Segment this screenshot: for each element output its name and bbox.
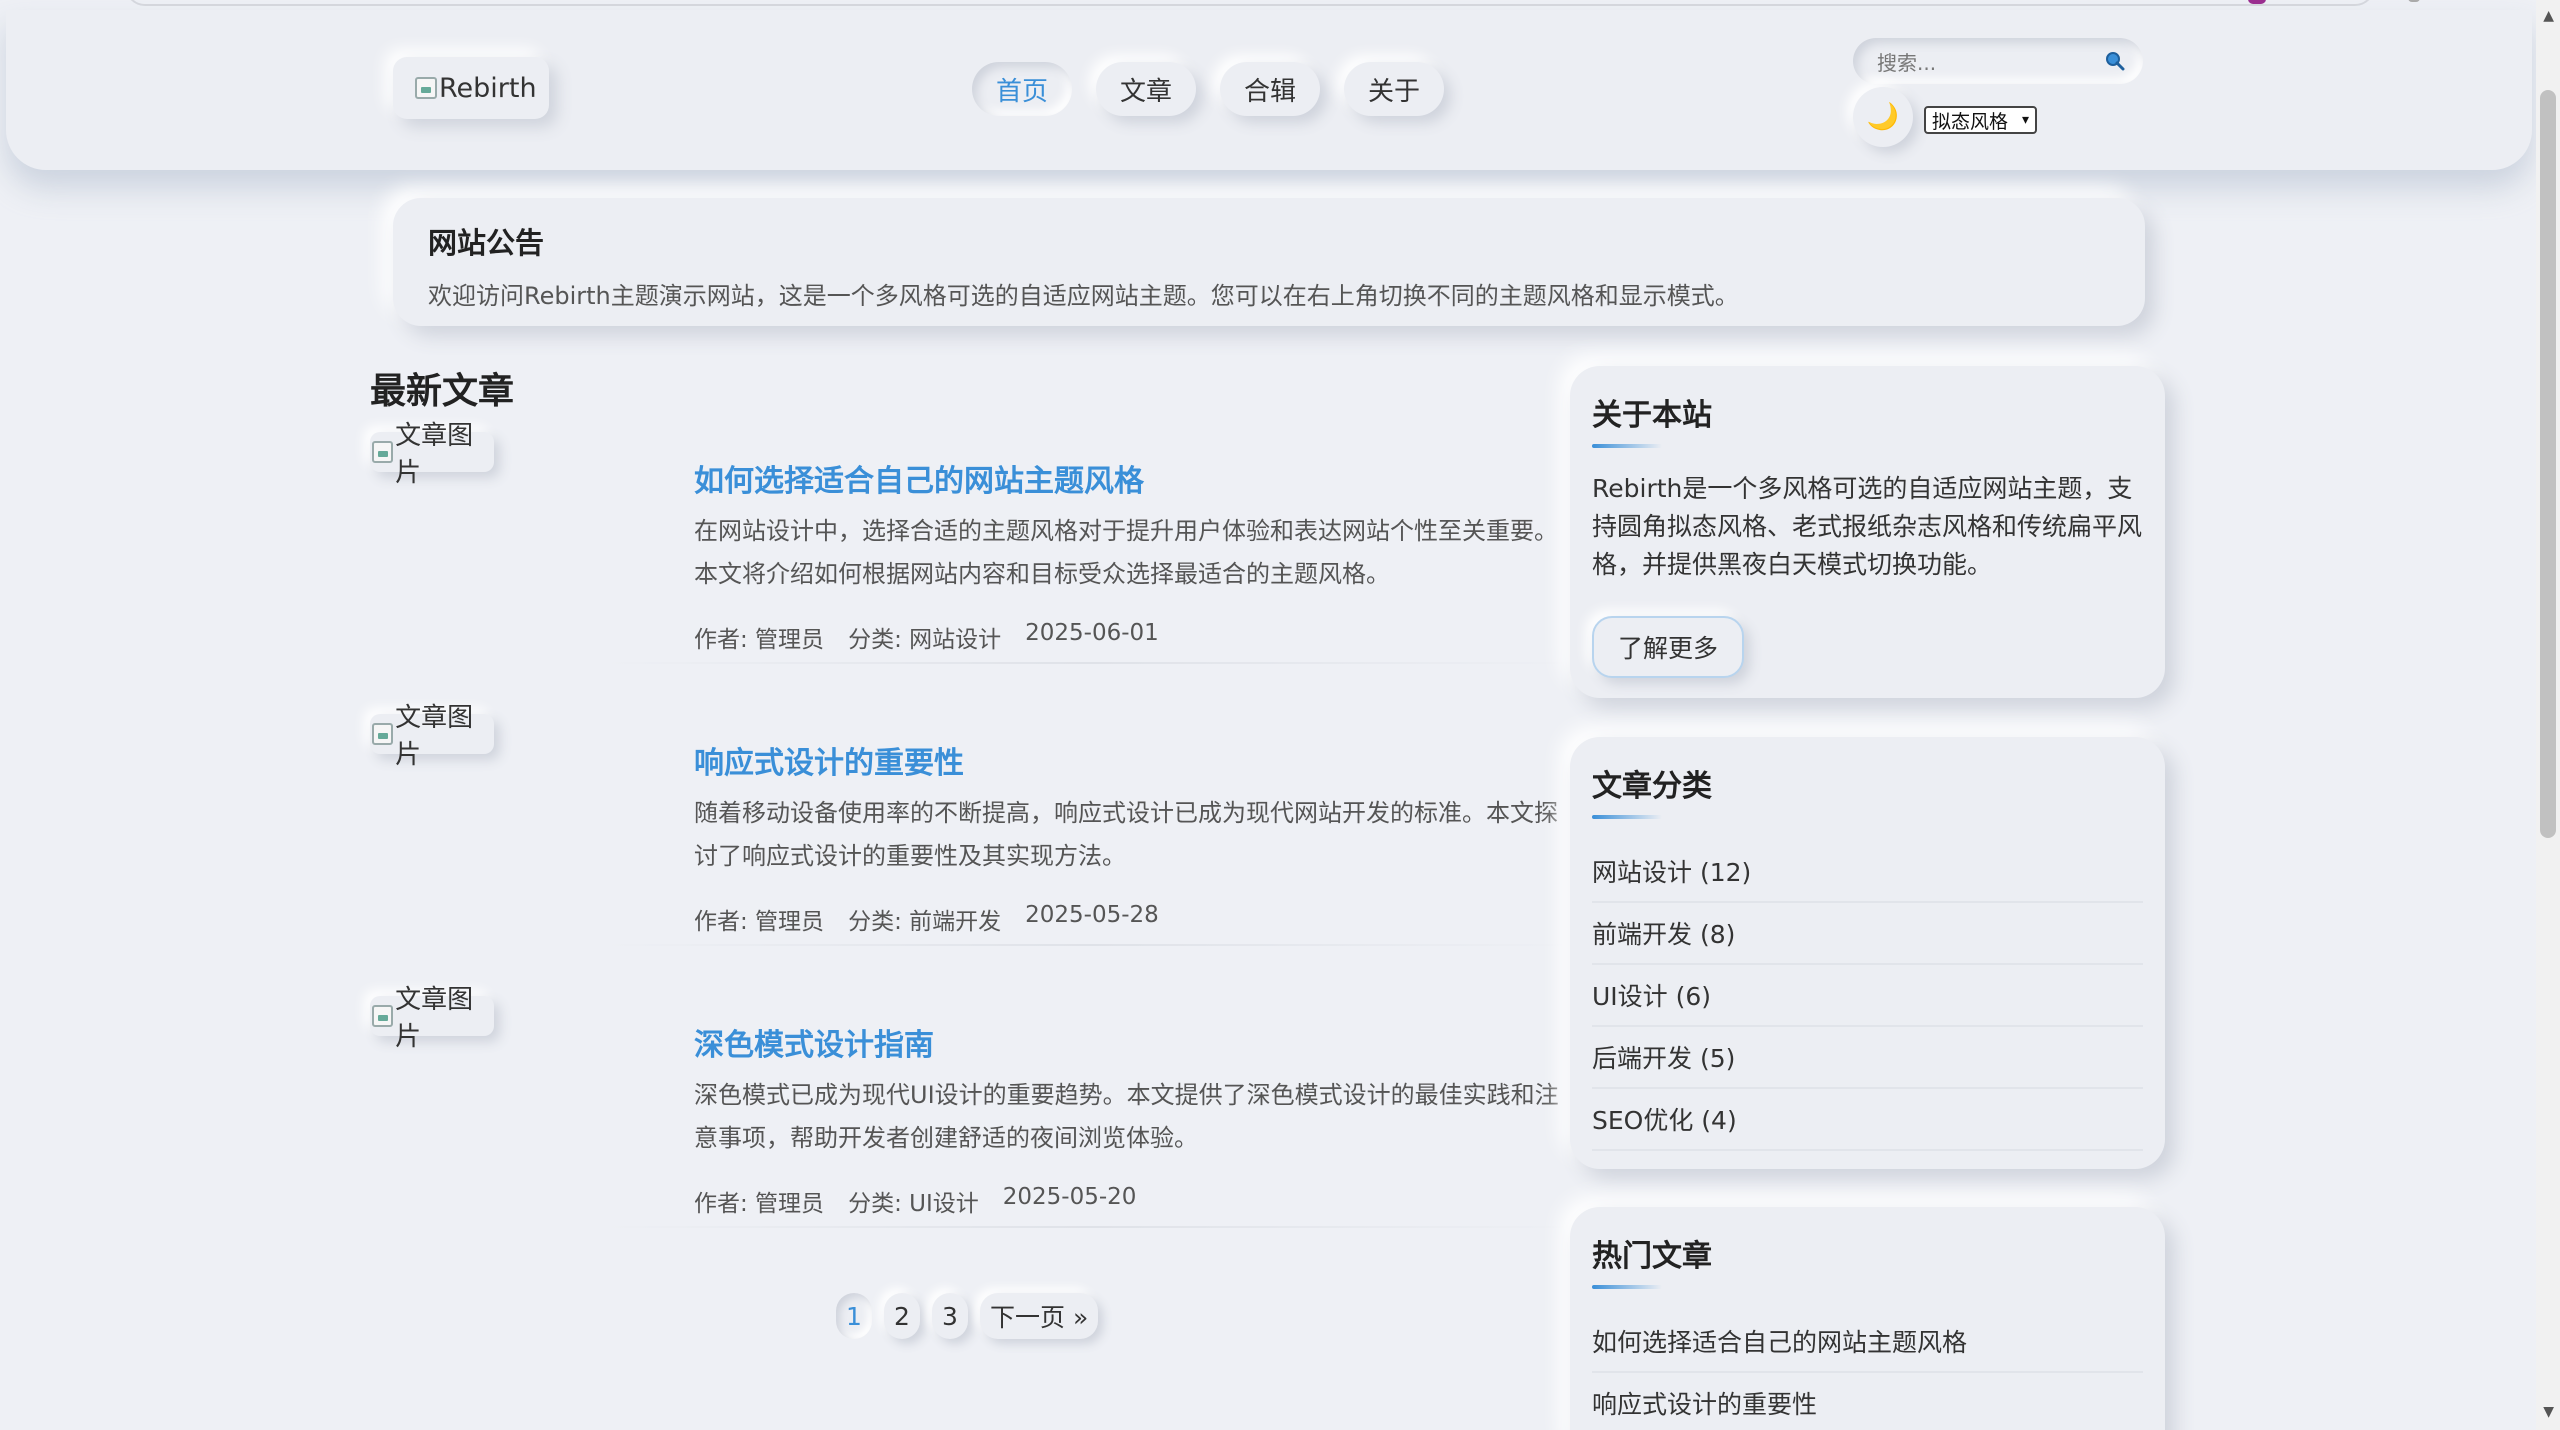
hot-article-item[interactable]: 响应式设计的重要性 bbox=[1592, 1373, 2143, 1430]
article-meta: 作者: 管理员 分类: 网站设计 2025-06-01 bbox=[694, 620, 1159, 654]
site-logo[interactable]: Rebirth bbox=[393, 57, 549, 119]
category-item[interactable]: SEO优化 (4) bbox=[1592, 1089, 2143, 1151]
article-card: 文章图片 响应式设计的重要性 随着移动设备使用率的不断提高，响应式设计已成为现代… bbox=[370, 703, 1580, 984]
page-2-button[interactable]: 2 bbox=[884, 1293, 920, 1339]
scrollbar-thumb[interactable] bbox=[2540, 90, 2556, 838]
scroll-up-arrow-icon[interactable]: ▲ bbox=[2543, 8, 2554, 24]
browser-indicator-dot bbox=[2248, 0, 2266, 4]
nav-collections[interactable]: 合辑 bbox=[1220, 62, 1321, 116]
about-text: Rebirth是一个多风格可选的自适应网站主题，支持圆角拟态风格、老式报纸杂志风… bbox=[1592, 474, 2143, 579]
title-underline bbox=[1592, 1285, 1662, 1289]
page-3-button[interactable]: 3 bbox=[932, 1293, 968, 1339]
title-underline bbox=[1592, 815, 1662, 819]
article-author: 作者: 管理员 bbox=[694, 627, 825, 653]
category-item[interactable]: 前端开发 (8) bbox=[1592, 903, 2143, 965]
categories-widget: 文章分类 网站设计 (12) 前端开发 (8) UI设计 (6) 后端开发 (5… bbox=[1570, 737, 2165, 1169]
about-widget: 关于本站 Rebirth是一个多风格可选的自适应网站主题，支持圆角拟态风格、老式… bbox=[1570, 366, 2165, 698]
title-underline bbox=[1592, 444, 1662, 448]
article-category: 分类: 网站设计 bbox=[848, 627, 1002, 653]
article-thumbnail[interactable]: 文章图片 bbox=[370, 703, 494, 770]
article-title[interactable]: 响应式设计的重要性 bbox=[694, 738, 964, 782]
browser-top-edge bbox=[125, 0, 2375, 6]
dark-mode-toggle[interactable]: 🌙 bbox=[1853, 87, 1913, 147]
broken-image-icon bbox=[372, 1005, 394, 1027]
article-date: 2025-05-28 bbox=[1025, 902, 1159, 928]
article-category: 分类: UI设计 bbox=[848, 1191, 979, 1217]
notice-title: 网站公告 bbox=[428, 226, 545, 260]
article-thumbnail[interactable]: 文章图片 bbox=[370, 421, 494, 488]
categories-title: 文章分类 bbox=[1592, 769, 1712, 804]
category-item[interactable]: 后端开发 (5) bbox=[1592, 1027, 2143, 1089]
pagination: 1 2 3 下一页 » bbox=[836, 1293, 1099, 1339]
article-excerpt: 深色模式已成为现代UI设计的重要趋势。本文提供了深色模式设计的最佳实践和注意事项… bbox=[694, 1081, 1559, 1152]
article-category: 分类: 前端开发 bbox=[848, 909, 1002, 935]
nav-about[interactable]: 关于 bbox=[1344, 62, 1445, 116]
category-item[interactable]: 网站设计 (12) bbox=[1592, 841, 2143, 903]
theme-style-select[interactable]: 拟态风格 ▾ bbox=[1924, 106, 2037, 134]
scroll-down-arrow-icon[interactable]: ▼ bbox=[2543, 1404, 2554, 1420]
hot-articles-widget: 热门文章 如何选择适合自己的网站主题风格 响应式设计的重要性 bbox=[1570, 1207, 2165, 1430]
article-author: 作者: 管理员 bbox=[694, 909, 825, 935]
broken-image-icon bbox=[372, 441, 394, 463]
theme-style-value: 拟态风格 bbox=[1932, 110, 2009, 133]
site-notice: 网站公告 欢迎访问Rebirth主题演示网站，这是一个多风格可选的自适应网站主题… bbox=[393, 198, 2145, 326]
hot-article-item[interactable]: 如何选择适合自己的网站主题风格 bbox=[1592, 1311, 2143, 1373]
search-input[interactable]: 搜索... bbox=[1853, 38, 2143, 84]
browser-indicator-dot bbox=[2408, 0, 2420, 2]
article-date: 2025-06-01 bbox=[1025, 620, 1159, 646]
article-divider bbox=[600, 1226, 1580, 1228]
article-divider bbox=[600, 662, 1580, 664]
chevron-down-icon: ▾ bbox=[2021, 112, 2029, 128]
thumbnail-alt-text: 文章图片 bbox=[395, 703, 474, 770]
article-date: 2025-05-20 bbox=[1002, 1184, 1137, 1210]
article-title[interactable]: 深色模式设计指南 bbox=[694, 1020, 934, 1064]
nav-home[interactable]: 首页 bbox=[972, 62, 1073, 116]
latest-articles-title: 最新文章 bbox=[370, 371, 515, 412]
article-title[interactable]: 如何选择适合自己的网站主题风格 bbox=[694, 456, 1144, 500]
main-nav: 首页 文章 合辑 关于 bbox=[972, 62, 1445, 116]
article-card: 文章图片 如何选择适合自己的网站主题风格 在网站设计中，选择合适的主题风格对于提… bbox=[370, 421, 1580, 702]
next-page-button[interactable]: 下一页 » bbox=[980, 1293, 1099, 1339]
article-divider bbox=[600, 944, 1580, 946]
article-meta: 作者: 管理员 分类: 前端开发 2025-05-28 bbox=[694, 902, 1159, 936]
article-excerpt: 随着移动设备使用率的不断提高，响应式设计已成为现代网站开发的标准。本文探讨了响应… bbox=[694, 799, 1558, 870]
broken-image-icon bbox=[372, 723, 394, 745]
page-scrollbar[interactable]: ▲ ▼ bbox=[2536, 0, 2560, 1430]
hot-articles-title: 热门文章 bbox=[1592, 1239, 1712, 1274]
article-card: 文章图片 深色模式设计指南 深色模式已成为现代UI设计的重要趋势。本文提供了深色… bbox=[370, 985, 1580, 1266]
article-meta: 作者: 管理员 分类: UI设计 2025-05-20 bbox=[694, 1184, 1136, 1218]
page-1-button[interactable]: 1 bbox=[836, 1293, 872, 1339]
article-thumbnail[interactable]: 文章图片 bbox=[370, 985, 494, 1052]
article-author: 作者: 管理员 bbox=[694, 1191, 825, 1217]
thumbnail-alt-text: 文章图片 bbox=[395, 985, 474, 1052]
about-title: 关于本站 bbox=[1592, 398, 1712, 433]
nav-articles[interactable]: 文章 bbox=[1096, 62, 1197, 116]
logo-alt-text: Rebirth bbox=[439, 72, 537, 104]
search-icon[interactable] bbox=[2105, 51, 2125, 71]
article-excerpt: 在网站设计中，选择合适的主题风格对于提升用户体验和表达网站个性至关重要。本文将介… bbox=[694, 517, 1558, 588]
thumbnail-alt-text: 文章图片 bbox=[395, 421, 474, 488]
learn-more-button[interactable]: 了解更多 bbox=[1592, 616, 1745, 678]
notice-text: 欢迎访问Rebirth主题演示网站，这是一个多风格可选的自适应网站主题。您可以在… bbox=[428, 282, 1739, 310]
search-placeholder: 搜索... bbox=[1877, 50, 1937, 75]
moon-icon: 🌙 bbox=[1866, 102, 1900, 132]
broken-image-icon bbox=[415, 77, 437, 99]
category-item[interactable]: UI设计 (6) bbox=[1592, 965, 2143, 1027]
